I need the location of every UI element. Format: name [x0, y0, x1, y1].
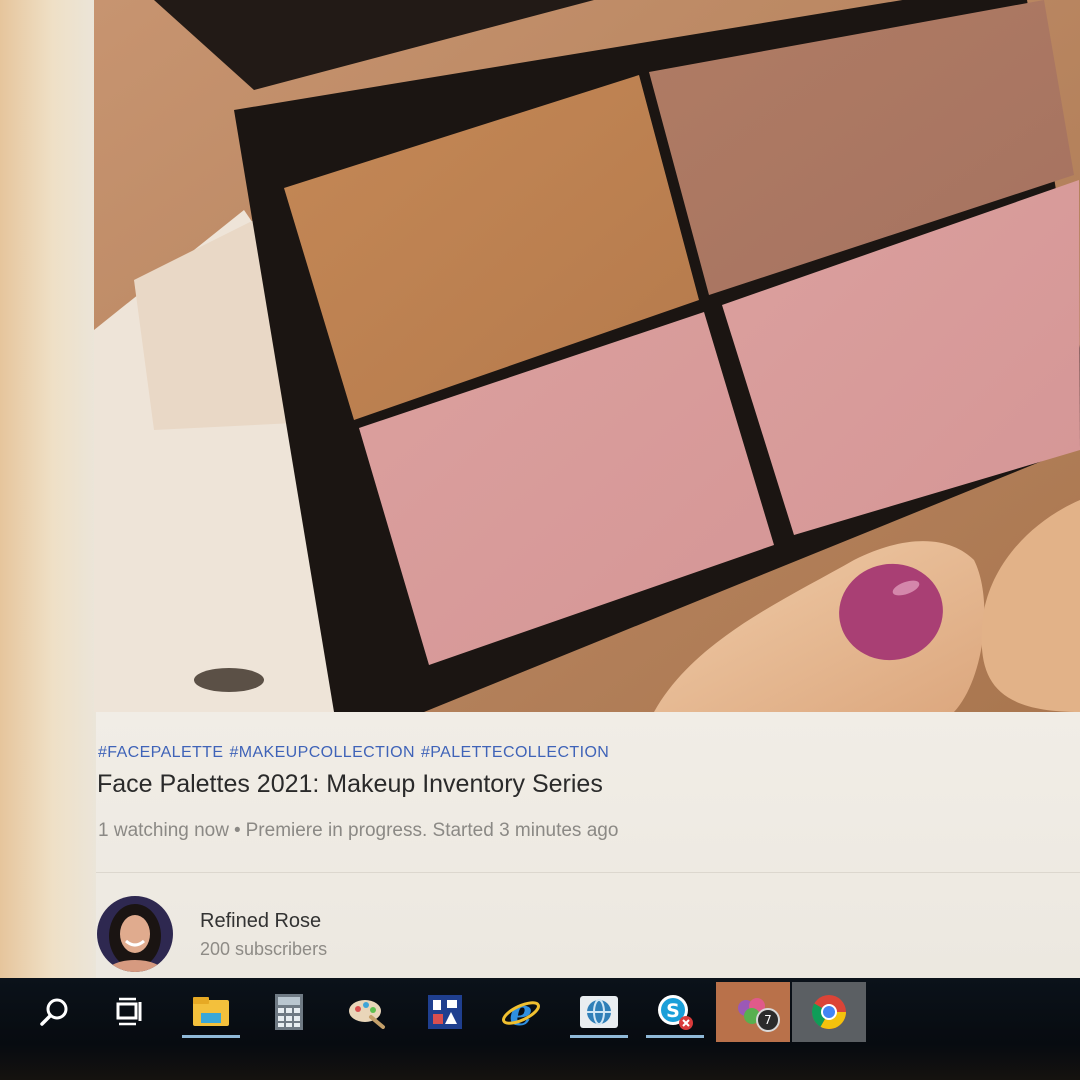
taskbar-internet-explorer[interactable]: e [488, 982, 554, 1042]
file-explorer-icon [193, 997, 229, 1026]
paint-icon [349, 1000, 385, 1029]
taskbar-calculator[interactable] [256, 982, 322, 1042]
taskbar-file-explorer[interactable] [178, 982, 244, 1042]
notification-badge: 7 [756, 1008, 780, 1032]
taskbar-network-app[interactable] [566, 982, 632, 1042]
video-title: Face Palettes 2021: Makeup Inventory Ser… [97, 770, 603, 798]
taskbar-skype[interactable]: S [642, 982, 708, 1042]
calculator-icon [275, 994, 303, 1030]
channel-avatar[interactable] [97, 896, 173, 972]
task-view-button[interactable] [98, 982, 164, 1042]
channel-name[interactable]: Refined Rose [200, 910, 321, 933]
watching-count: 1 watching now [98, 820, 229, 841]
internet-explorer-icon: e [502, 993, 540, 1031]
avatar-image [97, 896, 173, 972]
hashtag-link[interactable]: #MAKEUPCOLLECTION [229, 744, 415, 761]
taskbar-app[interactable] [412, 982, 478, 1042]
search-icon [40, 998, 68, 1026]
svg-text:e: e [510, 993, 533, 1031]
taskbar-paint[interactable] [334, 982, 400, 1042]
task-view-icon [116, 997, 142, 1026]
video-thumbnail [94, 0, 1080, 712]
subscriber-count: 200 subscribers [200, 939, 328, 959]
premiere-status: Premiere in progress. Started 3 minutes … [245, 820, 619, 841]
skype-icon: S [658, 995, 693, 1030]
hashtag-link[interactable]: #FACEPALETTE [98, 744, 223, 761]
app-icon [428, 995, 462, 1029]
video-meta: 1 watching now • Premiere in progress. Sta… [98, 820, 618, 842]
chrome-icon [812, 995, 846, 1029]
network-icon [580, 996, 618, 1028]
video-player[interactable] [94, 0, 1080, 712]
taskbar-chrome[interactable] [792, 982, 866, 1042]
svg-text:S: S [666, 1000, 680, 1022]
taskbar-search-button[interactable] [22, 982, 88, 1042]
screen-bezel [0, 0, 96, 980]
divider [96, 872, 1080, 873]
meta-separator: • [233, 820, 241, 841]
hashtag-list: #FACEPALETTE #MAKEUPCOLLECTION #PALETTECOL… [98, 744, 615, 762]
taskbar-photos[interactable]: 7 [716, 982, 790, 1042]
hashtag-link[interactable]: #PALETTECOLLECTION [421, 744, 609, 761]
